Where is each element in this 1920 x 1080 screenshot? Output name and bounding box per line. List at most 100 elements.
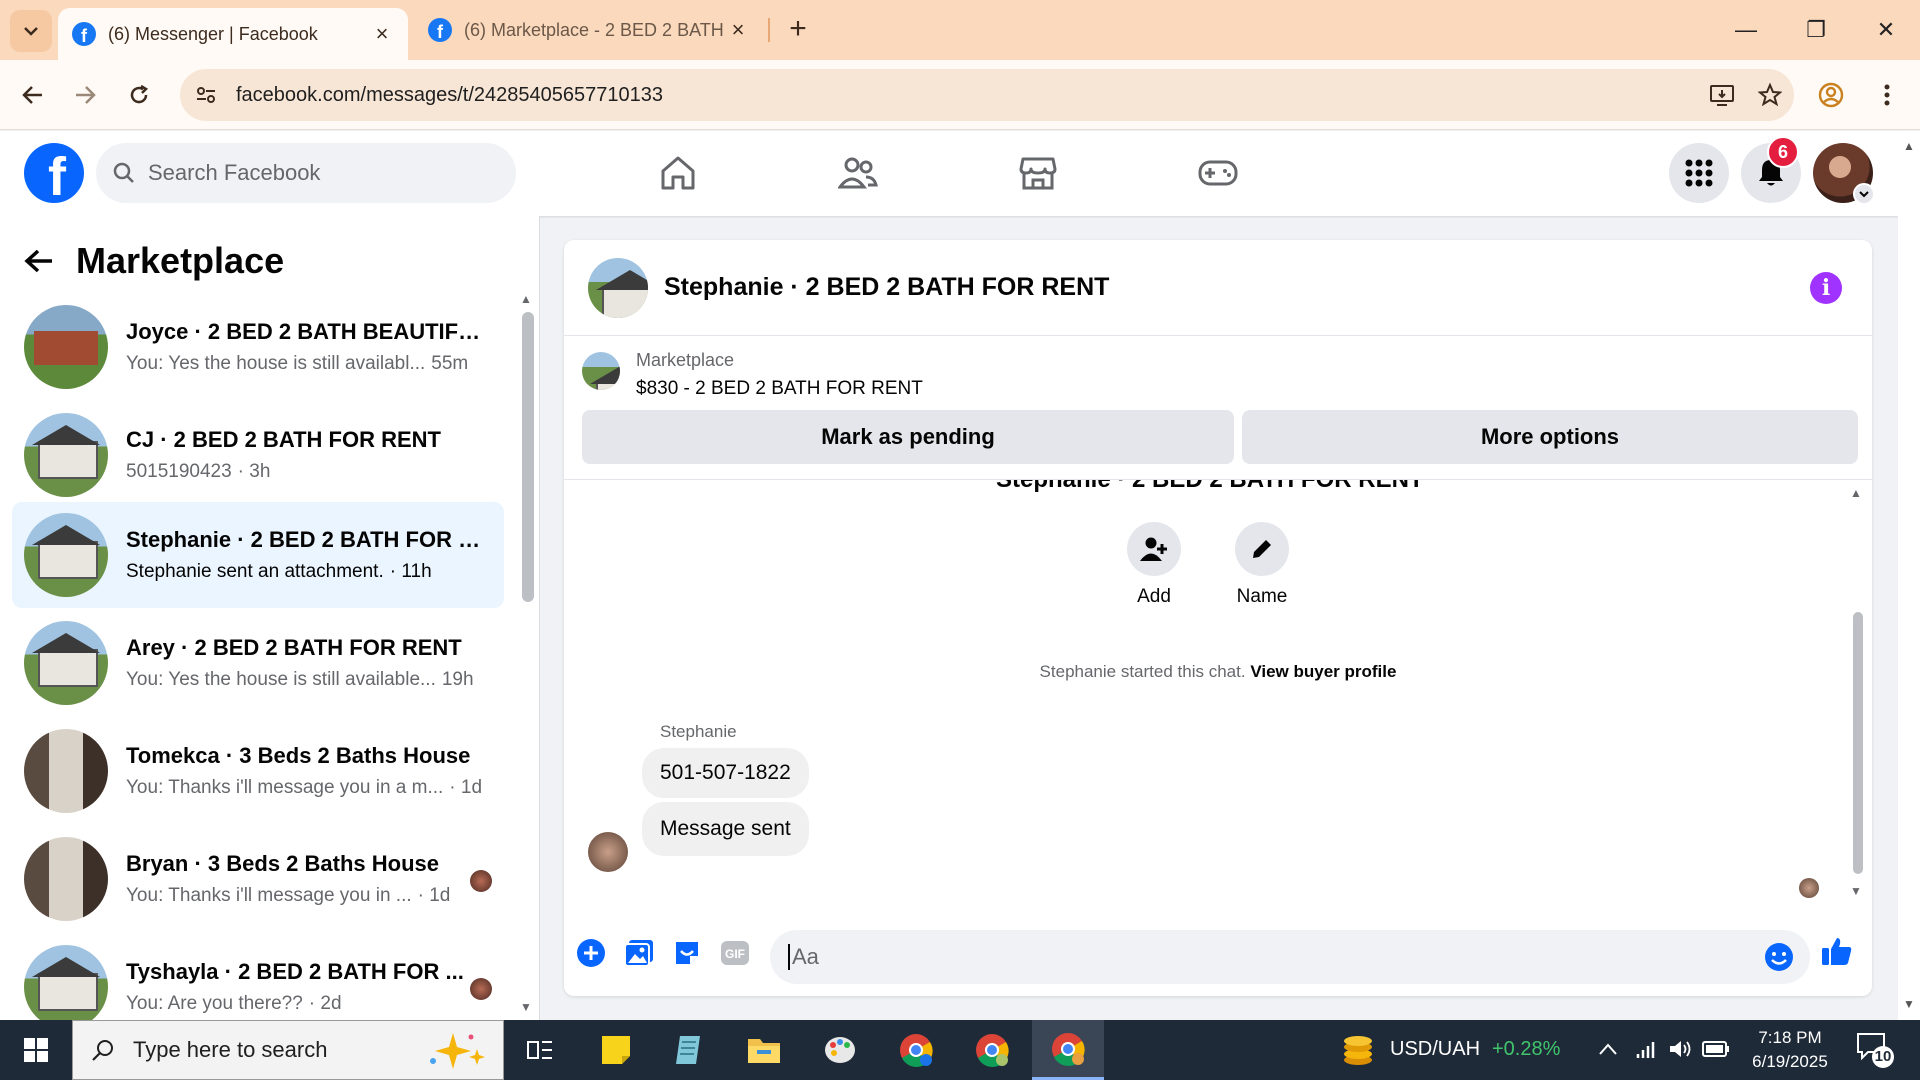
nav-friends[interactable] (818, 145, 898, 201)
notepad-app[interactable] (652, 1020, 724, 1080)
more-options-button[interactable]: More options (1242, 410, 1858, 464)
name-label: Name (1236, 586, 1288, 607)
profile-button[interactable] (1810, 74, 1852, 116)
close-tab-icon[interactable]: × (370, 21, 394, 47)
read-receipt-avatar (470, 870, 492, 892)
conversation-name: Stephanie · 2 BED 2 BATH FOR R... (126, 527, 486, 552)
scroll-down-icon[interactable]: ▼ (1903, 997, 1915, 1011)
nav-marketplace[interactable] (998, 145, 1078, 201)
volume-icon[interactable] (1668, 1038, 1692, 1060)
notepad-icon (676, 1036, 700, 1064)
sticky-notes-icon (602, 1036, 630, 1064)
address-bar[interactable]: facebook.com/messages/t/2428540565771013… (180, 69, 1794, 121)
message-input[interactable]: Aa (770, 930, 1810, 984)
attach-photo-button[interactable] (622, 936, 656, 970)
thumbs-up-icon (1822, 938, 1852, 965)
search-icon (92, 1040, 113, 1061)
paint-app[interactable] (804, 1020, 876, 1080)
add-person-icon (1140, 537, 1167, 561)
name-chat-action[interactable]: Name (1212, 522, 1312, 608)
listing-thumbnail[interactable] (582, 352, 620, 390)
nav-home[interactable] (638, 145, 718, 201)
forward-button[interactable] (64, 74, 106, 116)
message-bubble[interactable]: 501-507-1822 (642, 748, 809, 798)
message-scrollbar[interactable] (1853, 612, 1863, 874)
conversation-item[interactable]: Tomekca · 3 Beds 2 Baths House You: Than… (12, 718, 504, 824)
scroll-up-icon[interactable]: ▲ (1850, 486, 1862, 500)
message-bubble[interactable]: Message sent (642, 802, 809, 856)
info-icon[interactable]: i (1810, 272, 1842, 304)
chat-avatar[interactable] (588, 257, 648, 318)
scroll-down-icon[interactable]: ▼ (520, 1000, 532, 1014)
sticker-button[interactable] (670, 936, 704, 970)
task-view-button[interactable] (504, 1020, 576, 1080)
taskbar-search-box[interactable]: Type here to search (72, 1020, 504, 1080)
menu-button[interactable] (1669, 143, 1729, 203)
gif-button[interactable]: GIF (718, 936, 752, 970)
conversation-item[interactable]: CJ · 2 BED 2 BATH FOR RENT 5015190423 · 3… (12, 402, 504, 508)
account-avatar[interactable] (1813, 143, 1875, 205)
send-like-button[interactable] (1820, 934, 1854, 968)
conversation-item[interactable]: Tyshayla · 2 BED 2 BATH FOR ... You: Are… (12, 934, 504, 1020)
system-clock[interactable]: 7:18 PM 6/19/2025 (1740, 1026, 1840, 1074)
network-icon[interactable] (1636, 1038, 1660, 1060)
conversation-item[interactable]: Arey · 2 BED 2 BATH FOR RENT You: Yes th… (12, 610, 504, 716)
page-scrollbar[interactable]: ▲ ▼ (1898, 131, 1920, 1020)
action-center-button[interactable]: 10 (1856, 1032, 1896, 1068)
facebook-search-input[interactable]: Search Facebook (96, 143, 516, 203)
conversation-item[interactable]: Joyce · 2 BED 2 BATH BEAUTIFU... You: Ye… (12, 294, 504, 400)
currency-label[interactable]: USD/UAH (1390, 1038, 1480, 1061)
browser-menu-button[interactable] (1866, 74, 1908, 116)
tab-search-button[interactable] (10, 10, 52, 52)
url-text[interactable]: facebook.com/messages/t/2428540565771013… (232, 84, 1698, 107)
conversation-snippet: You: Yes the house is still availabl... (126, 353, 426, 374)
site-info-icon[interactable] (180, 69, 232, 121)
listing-avatar (24, 305, 108, 389)
chrome-profile-2-app[interactable] (956, 1020, 1028, 1080)
nav-gaming[interactable] (1178, 145, 1258, 201)
listing-banner: Marketplace $830 - 2 BED 2 BATH FOR RENT… (564, 336, 1872, 480)
conversation-item-selected[interactable]: Stephanie · 2 BED 2 BATH FOR R... Stepha… (12, 502, 504, 608)
emoji-button[interactable] (1764, 942, 1794, 978)
sidebar-scrollbar[interactable] (522, 312, 534, 602)
scroll-up-icon[interactable]: ▲ (1903, 139, 1915, 153)
file-explorer-app[interactable] (728, 1020, 800, 1080)
started-text: Stephanie started this chat. (1039, 662, 1246, 681)
back-button[interactable] (12, 74, 54, 116)
reload-button[interactable] (118, 74, 160, 116)
scroll-down-icon[interactable]: ▼ (1850, 884, 1862, 898)
chevron-up-icon[interactable] (1598, 1042, 1618, 1056)
new-tab-button[interactable]: + (780, 12, 816, 48)
add-people-action[interactable]: Add (1104, 522, 1204, 608)
tab-messenger[interactable]: f (6) Messenger | Facebook × (58, 8, 408, 60)
close-tab-icon[interactable]: × (726, 17, 750, 43)
back-arrow-icon[interactable] (24, 248, 54, 274)
listing-price-title[interactable]: $830 - 2 BED 2 BATH FOR RENT (636, 378, 923, 400)
coins-icon (1344, 1036, 1372, 1065)
sender-avatar[interactable] (588, 832, 628, 872)
start-button[interactable] (0, 1020, 72, 1080)
conversation-time: · 3h (237, 461, 271, 482)
conversation-item[interactable]: Bryan · 3 Beds 2 Baths House You: Thanks… (12, 826, 504, 932)
view-buyer-profile-link[interactable]: View buyer profile (1250, 662, 1396, 681)
chrome-profile-3-app-active[interactable] (1032, 1020, 1104, 1080)
close-window-button[interactable]: ✕ (1856, 8, 1916, 52)
conversation-time: · 2d (308, 993, 342, 1014)
bookmark-star-icon[interactable] (1746, 69, 1794, 121)
thread-heading: Stephanie · 2 BED 2 BATH FOR RENT (996, 480, 1424, 494)
conversation-name: CJ · 2 BED 2 BATH FOR RENT (126, 427, 441, 452)
notification-count-badge: 6 (1767, 136, 1799, 168)
facebook-logo[interactable]: f (24, 143, 84, 203)
tab-marketplace[interactable]: f (6) Marketplace - 2 BED 2 BATH FOR REN… (414, 8, 764, 52)
minimize-button[interactable]: — (1716, 8, 1776, 52)
install-app-icon[interactable] (1698, 69, 1746, 121)
chat-started-notice: Stephanie started this chat. View buyer … (564, 662, 1872, 682)
more-actions-button[interactable] (574, 936, 608, 970)
sticky-notes-app[interactable] (580, 1020, 652, 1080)
mark-as-pending-button[interactable]: Mark as pending (582, 410, 1234, 464)
battery-icon[interactable] (1702, 1040, 1730, 1058)
chrome-profile-1-app[interactable] (880, 1020, 952, 1080)
chat-title[interactable]: Stephanie · 2 BED 2 BATH FOR RENT (664, 273, 1109, 302)
scroll-up-icon[interactable]: ▲ (520, 292, 532, 306)
restore-button[interactable]: ❐ (1786, 8, 1846, 52)
